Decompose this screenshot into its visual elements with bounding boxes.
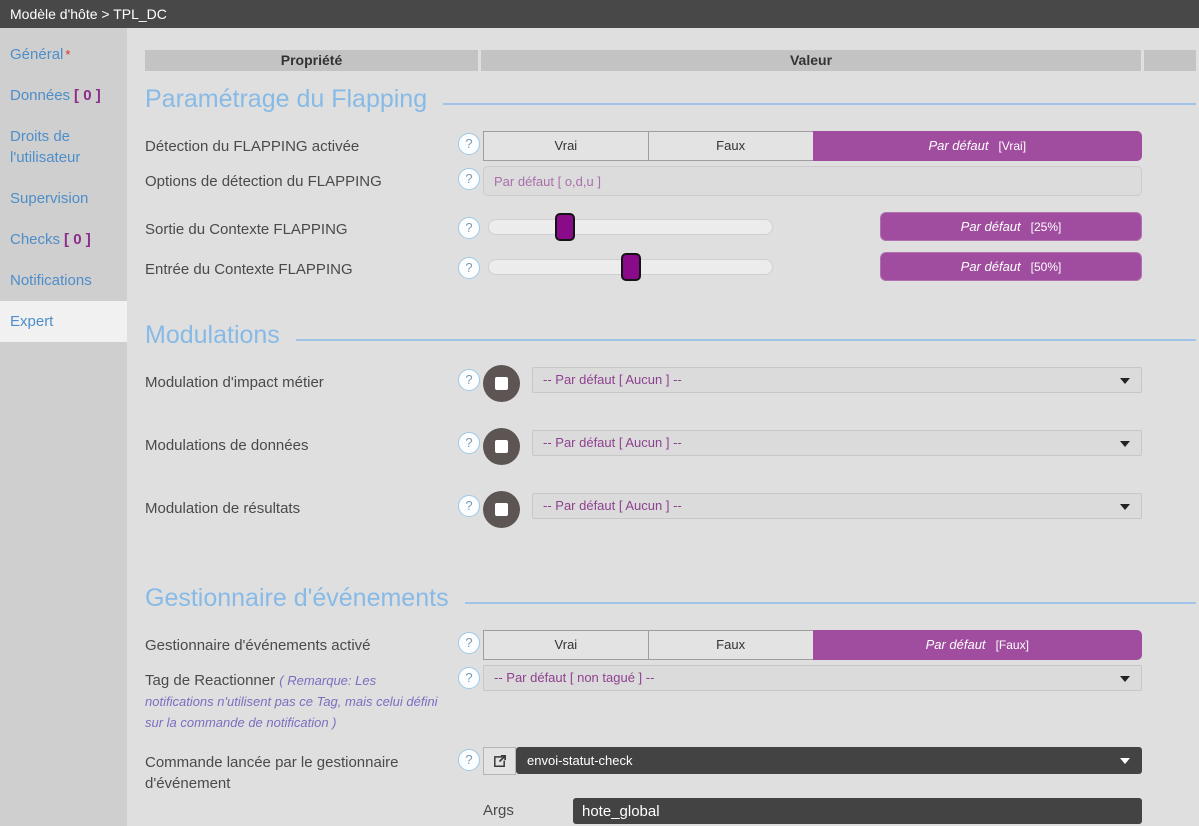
column-header-value: Valeur — [481, 50, 1141, 71]
host-template-page: Modèle d'hôte > TPL_DC Général* Données[… — [0, 0, 1199, 826]
row-events-command: Commande lancée par le gestionnaire d'év… — [145, 747, 1196, 794]
breadcrumb-text: Modèle d'hôte > TPL_DC — [10, 6, 167, 22]
section-title-events: Gestionnaire d'événements — [145, 584, 1196, 613]
chevron-down-icon — [1120, 676, 1130, 682]
row-modulation-impact: Modulation d'impact métier ? -- Par défa… — [145, 367, 1196, 402]
toggle-false-button[interactable]: Faux — [648, 131, 814, 161]
events-enabled-toggle: Vrai Faux Par défaut[Faux] — [483, 630, 1142, 660]
flapping-exit-slider[interactable] — [488, 219, 773, 235]
sidebar-item-droits[interactable]: Droits de l'utilisateur — [0, 116, 127, 178]
section-divider — [296, 339, 1196, 341]
sidebar-item-label: Général — [10, 46, 63, 63]
row-events-tag: Tag de Reactionner ( Remarque: Les notif… — [145, 665, 1196, 733]
row-label: Modulation de résultats — [145, 493, 458, 519]
stop-icon — [495, 377, 508, 390]
section-title-modulations: Modulations — [145, 321, 1196, 350]
event-command-select[interactable]: envoi-statut-check — [516, 747, 1142, 774]
external-link-icon — [492, 754, 507, 769]
flapping-options-input[interactable] — [483, 166, 1142, 196]
toggle-true-button[interactable]: Vrai — [483, 630, 649, 660]
stop-circle-button[interactable] — [483, 365, 520, 402]
section-divider — [465, 602, 1196, 604]
sidebar-item-label: Données — [10, 87, 70, 104]
row-label: Tag de Reactionner ( Remarque: Les notif… — [145, 665, 458, 733]
flapping-exit-default-button[interactable]: Par défaut[25%] — [880, 212, 1142, 241]
modulation-results-select[interactable]: -- Par défaut [ Aucun ] -- — [532, 493, 1142, 519]
row-events-enabled: Gestionnaire d'événements activé ? Vrai … — [145, 630, 1196, 660]
row-label: Sortie du Contexte FLAPPING — [145, 214, 458, 240]
main-content: Propriété Valeur Paramétrage du Flapping… — [127, 28, 1199, 826]
chevron-down-icon — [1120, 504, 1130, 510]
help-icon[interactable]: ? — [458, 133, 480, 155]
stop-icon — [495, 503, 508, 516]
flapping-entry-slider[interactable] — [488, 259, 773, 275]
column-header-property: Propriété — [145, 50, 478, 71]
section-divider — [443, 103, 1196, 105]
column-header-extra — [1144, 50, 1196, 71]
toggle-false-button[interactable]: Faux — [648, 630, 814, 660]
sidebar-item-notifications[interactable]: Notifications — [0, 260, 127, 301]
toggle-default-button[interactable]: Par défaut[Faux] — [813, 630, 1143, 660]
modulation-impact-select[interactable]: -- Par défaut [ Aucun ] -- — [532, 367, 1142, 393]
help-icon[interactable]: ? — [458, 168, 480, 190]
row-flapping-exit: Sortie du Contexte FLAPPING ? Par défaut… — [145, 212, 1196, 241]
breadcrumb: Modèle d'hôte > TPL_DC — [0, 0, 1199, 28]
count-badge: [ 0 ] — [74, 87, 101, 104]
flapping-detection-toggle: Vrai Faux Par défaut[Vrai] — [483, 131, 1142, 161]
table-header: Propriété Valeur — [145, 50, 1196, 71]
help-icon[interactable]: ? — [458, 495, 480, 517]
row-label: Détection du FLAPPING activée — [145, 131, 458, 161]
row-modulation-data: Modulations de données ? -- Par défaut [… — [145, 430, 1196, 465]
sidebar-item-general[interactable]: Général* — [0, 34, 127, 75]
help-icon[interactable]: ? — [458, 632, 480, 654]
modulation-data-select[interactable]: -- Par défaut [ Aucun ] -- — [532, 430, 1142, 456]
row-label: Gestionnaire d'événements activé — [145, 630, 458, 660]
toggle-default-button[interactable]: Par défaut[Vrai] — [813, 131, 1143, 161]
sidebar-item-label: Supervision — [10, 190, 88, 207]
chevron-down-icon — [1120, 758, 1130, 764]
chevron-down-icon — [1120, 378, 1130, 384]
sidebar-item-label: Notifications — [10, 272, 92, 289]
help-icon[interactable]: ? — [458, 217, 480, 239]
row-flapping-detection: Détection du FLAPPING activée ? Vrai Fau… — [145, 131, 1196, 161]
sidebar-item-donnees[interactable]: Données[ 0 ] — [0, 75, 127, 116]
required-asterisk: * — [65, 47, 70, 62]
stop-icon — [495, 440, 508, 453]
help-icon[interactable]: ? — [458, 369, 480, 391]
toggle-true-button[interactable]: Vrai — [483, 131, 649, 161]
row-label: Entrée du Contexte FLAPPING — [145, 254, 458, 280]
chevron-down-icon — [1120, 441, 1130, 447]
count-badge: [ 0 ] — [64, 231, 91, 248]
reactionner-tag-select[interactable]: -- Par défaut [ non tagué ] -- — [483, 665, 1142, 691]
open-command-button[interactable] — [483, 747, 516, 775]
stop-circle-button[interactable] — [483, 491, 520, 528]
row-label: Options de détection du FLAPPING — [145, 166, 458, 196]
sidebar-item-label: Checks — [10, 231, 60, 248]
args-input[interactable] — [573, 798, 1142, 824]
row-flapping-options: Options de détection du FLAPPING ? — [145, 166, 1196, 196]
row-label: Modulations de données — [145, 430, 458, 456]
row-modulation-results: Modulation de résultats ? -- Par défaut … — [145, 493, 1196, 528]
help-icon[interactable]: ? — [458, 432, 480, 454]
sidebar-item-expert[interactable]: Expert — [0, 301, 127, 342]
sidebar-item-label: Droits de l'utilisateur — [10, 128, 80, 166]
stop-circle-button[interactable] — [483, 428, 520, 465]
sidebar-item-supervision[interactable]: Supervision — [0, 178, 127, 219]
sidebar: Général* Données[ 0 ] Droits de l'utilis… — [0, 28, 127, 826]
section-title-flapping: Paramétrage du Flapping — [145, 85, 1196, 114]
help-icon[interactable]: ? — [458, 749, 480, 771]
slider-thumb[interactable] — [555, 213, 575, 241]
help-icon[interactable]: ? — [458, 667, 480, 689]
row-flapping-entry: Entrée du Contexte FLAPPING ? Par défaut… — [145, 252, 1196, 281]
flapping-entry-default-button[interactable]: Par défaut[50%] — [880, 252, 1142, 281]
sidebar-item-label: Expert — [10, 313, 53, 330]
args-label: Args — [483, 798, 573, 824]
row-command-args: Args — [145, 798, 1196, 824]
row-label: Commande lancée par le gestionnaire d'év… — [145, 747, 458, 794]
row-label: Modulation d'impact métier — [145, 367, 458, 393]
help-icon[interactable]: ? — [458, 257, 480, 279]
slider-thumb[interactable] — [621, 253, 641, 281]
sidebar-item-checks[interactable]: Checks[ 0 ] — [0, 219, 127, 260]
